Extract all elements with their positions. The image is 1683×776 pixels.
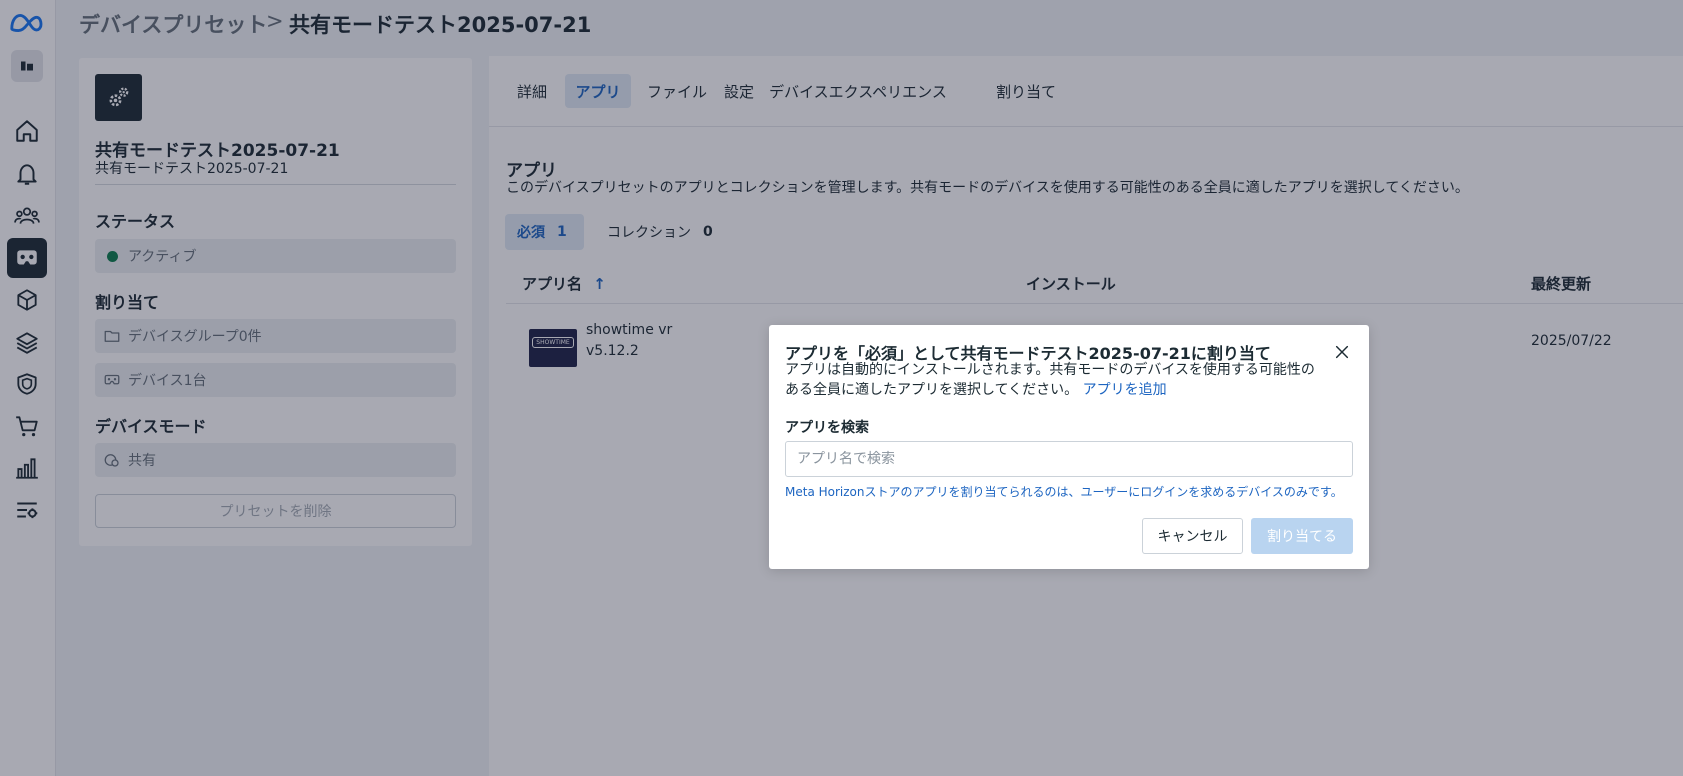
close-icon[interactable]	[1333, 343, 1351, 361]
store-apps-note: Meta Horizonストアのアプリを割り当てられるのは、ユーザーにログインを…	[785, 485, 1343, 499]
app-search-input[interactable]	[785, 441, 1353, 477]
cancel-button[interactable]: キャンセル	[1142, 518, 1243, 554]
add-app-link[interactable]: アプリを追加	[1083, 382, 1167, 398]
dialog-description: アプリは自動的にインストールされます。共有モードのデバイスを使用する可能性のある…	[785, 362, 1315, 398]
assign-button[interactable]: 割り当てる	[1251, 518, 1353, 554]
assign-app-dialog: アプリを「必須」として共有モードテスト2025-07-21に割り当て アプリは自…	[769, 325, 1369, 569]
search-label: アプリを検索	[785, 420, 869, 436]
dialog-description-block: アプリは自動的にインストールされます。共有モードのデバイスを使用する可能性のある…	[785, 360, 1325, 400]
